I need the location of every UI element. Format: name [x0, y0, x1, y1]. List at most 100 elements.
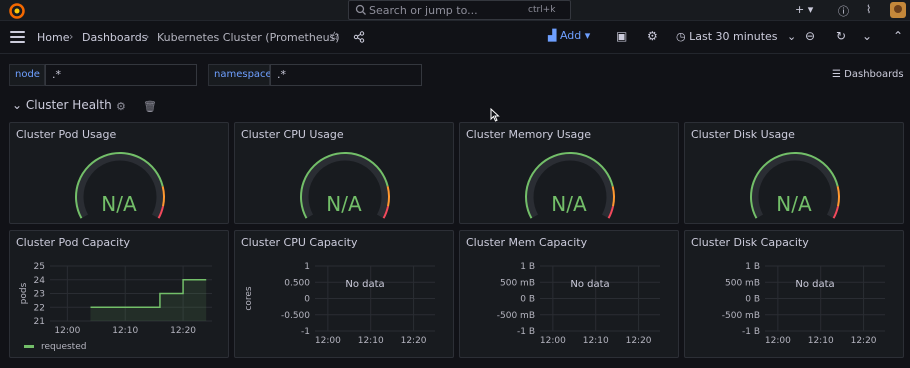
y-axis-label: cores [244, 286, 254, 310]
variable-label-namespace: namespace [208, 64, 272, 86]
add-button[interactable]: ▟ Add ▾ [548, 29, 590, 42]
grafana-logo-icon[interactable] [8, 2, 26, 19]
search-shortcut: ctrl+k [528, 5, 556, 15]
chart-canvas: 25 24 23 22 21 12:00 12:10 12:20 pods requested [19, 262, 212, 352]
breadcrumb-home[interactable]: Home [37, 31, 69, 44]
timeseries-panel-mem-capacity[interactable]: Cluster Mem Capacity 1 B 500 mB 0 B -500 mB… [459, 230, 679, 358]
zoom-out-icon[interactable]: ⊖ [805, 29, 815, 43]
chart-canvas: 1 B 500 mB 0 B -500 mB -1 B 12:00 12:10 12:20 No… [722, 262, 885, 346]
top-bar: Search or jump to... ctrl+k + ▾ ⓘ ⌇ [0, 0, 910, 21]
y-tick-label: 0 [304, 295, 310, 305]
news-icon[interactable]: ⌇ [866, 3, 871, 16]
gauge-panel-cpu-usage[interactable]: Cluster CPU Usage N/A [234, 122, 454, 224]
x-tick-label: 12:00 [315, 336, 341, 346]
y-tick-label: 500 mB [725, 278, 760, 288]
x-tick-label: 12:20 [851, 336, 877, 346]
gauge-panel-memory-usage[interactable]: Cluster Memory Usage N/A [459, 122, 679, 224]
breadcrumb-separator: › [145, 30, 150, 43]
dashboards-list-icon: ☰ [832, 69, 841, 80]
breadcrumb-current: Kubernetes Cluster (Prometheus) [157, 31, 340, 44]
x-tick-label: 12:10 [583, 336, 609, 346]
x-tick-label: 12:10 [112, 326, 138, 336]
clock-icon: ◷ [676, 30, 686, 43]
y-tick-label: 500 mB [500, 278, 535, 288]
gauge-panel-disk-usage[interactable]: Cluster Disk Usage N/A [684, 122, 904, 224]
search-bar[interactable]: Search or jump to... ctrl+k [348, 0, 571, 20]
x-tick-label: 12:00 [765, 336, 791, 346]
y-tick-label: 0 B [745, 295, 760, 305]
x-tick-label: 12:00 [540, 336, 566, 346]
y-tick-label: 0 B [520, 295, 535, 305]
x-tick-label: 12:20 [170, 326, 196, 336]
row-settings-icon[interactable]: ⚙ [116, 100, 126, 113]
variable-label-node: node [9, 64, 45, 86]
row-collapse-chevron-icon: ⌄ [12, 98, 23, 112]
y-tick-label: -1 B [742, 327, 760, 337]
no-data-message: No data [345, 279, 384, 290]
variable-input-namespace[interactable]: .* [270, 64, 422, 86]
menu-icon[interactable] [10, 31, 25, 43]
y-tick-label: 1 B [520, 262, 535, 272]
share-icon[interactable] [353, 31, 365, 43]
series-area [90, 279, 207, 321]
y-tick-label: 1 B [745, 262, 760, 272]
row-header[interactable]: ⌄ Cluster Health [12, 98, 112, 112]
y-tick-label: 1 [304, 262, 310, 272]
dashboard-navbar: Home › Dashboards › Kubernetes Cluster (… [0, 21, 910, 54]
gauge-value: N/A [776, 192, 812, 216]
y-tick-label: -500 mB [497, 311, 535, 321]
save-icon[interactable]: ▣ [616, 29, 627, 43]
help-icon[interactable]: ⓘ [838, 3, 849, 19]
refresh-icon[interactable]: ↻ [836, 29, 846, 43]
y-tick-label: -500 mB [722, 311, 760, 321]
legend-label[interactable]: requested [41, 342, 86, 352]
avatar[interactable] [890, 2, 906, 18]
y-tick-label: -1 [301, 327, 310, 337]
y-tick-label: 0.500 [284, 278, 310, 288]
add-label: Add [559, 29, 582, 42]
no-data-message: No data [795, 279, 834, 290]
new-label: + [795, 3, 805, 16]
y-tick-label: 22 [34, 303, 45, 313]
chart-canvas: 1 0.500 0 -0.500 -1 12:00 12:10 12:20 cores No da… [244, 262, 435, 346]
search-icon [355, 4, 366, 15]
time-range-label: Last 30 minutes [689, 30, 778, 43]
y-tick-label: 25 [34, 262, 45, 272]
new-button[interactable]: + ▾ [795, 3, 813, 16]
y-tick-label: -0.500 [281, 311, 310, 321]
timeseries-panel-pod-capacity[interactable]: Cluster Pod Capacity 25 24 23 22 21 12:00 12:1… [9, 230, 229, 358]
gauge-value: N/A [326, 192, 362, 216]
legend-swatch [24, 345, 34, 348]
search-placeholder: Search or jump to... [369, 4, 478, 17]
chevron-down-icon: ⌄ [787, 30, 797, 43]
variable-input-node[interactable]: .* [45, 64, 197, 86]
refresh-interval-chevron-icon[interactable]: ⌄ [862, 29, 872, 43]
mouse-cursor-icon [490, 108, 500, 122]
y-tick-label: 23 [34, 290, 45, 300]
settings-icon[interactable]: ⚙ [647, 29, 658, 43]
chart-canvas: 1 B 500 mB 0 B -500 mB -1 B 12:00 12:10 12:20 No… [497, 262, 660, 346]
x-tick-label: 12:00 [54, 326, 80, 336]
dashboards-link[interactable]: ☰ Dashboards [832, 69, 904, 80]
y-tick-label: -1 B [517, 327, 535, 337]
star-icon[interactable]: ☆ [329, 29, 340, 43]
collapse-icon[interactable]: ⌃ [893, 29, 903, 43]
timeseries-panel-cpu-capacity[interactable]: Cluster CPU Capacity 1 0.500 0 -0.500 -1 12:0… [234, 230, 454, 358]
gauge-panel-pod-usage[interactable]: Cluster Pod Usage N/A [9, 122, 229, 224]
row-delete-icon[interactable]: 🗑 [143, 100, 157, 113]
gauge-value: N/A [551, 192, 587, 216]
timeseries-panel-disk-capacity[interactable]: Cluster Disk Capacity 1 B 500 mB 0 B -500 m… [684, 230, 904, 358]
y-tick-label: 21 [34, 317, 45, 327]
no-data-message: No data [570, 279, 609, 290]
x-tick-label: 12:10 [358, 336, 384, 346]
x-tick-label: 12:20 [626, 336, 652, 346]
x-tick-label: 12:20 [401, 336, 427, 346]
dashboards-link-label: Dashboards [844, 69, 904, 80]
time-range-picker[interactable]: ◷ Last 30 minutes ⌄ [676, 30, 796, 43]
gauge-value: N/A [101, 192, 137, 216]
y-tick-label: 24 [34, 276, 46, 286]
y-axis-label: pods [19, 282, 29, 304]
row-title: Cluster Health [25, 98, 112, 112]
add-panel-icon: ▟ [548, 29, 557, 42]
breadcrumb-dashboards[interactable]: Dashboards [82, 31, 147, 44]
